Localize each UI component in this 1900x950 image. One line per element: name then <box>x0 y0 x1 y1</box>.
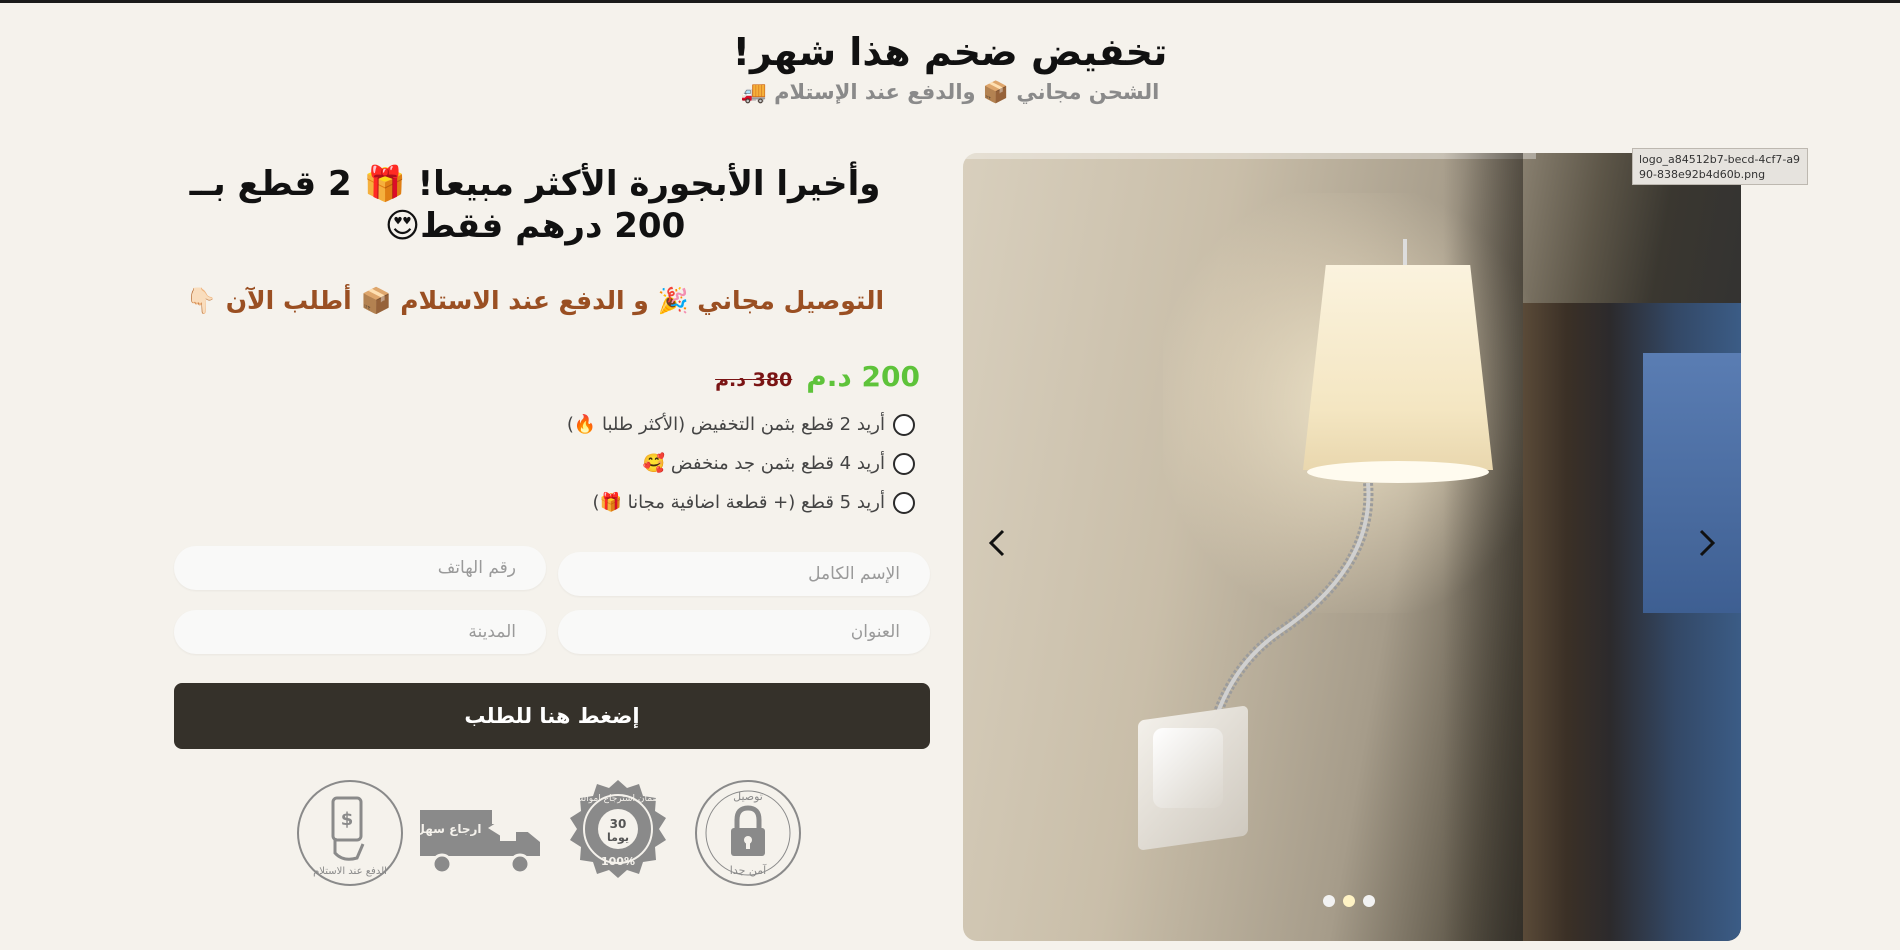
hero-subtitle: الشحن مجاني 📦 والدفع عند الإستلام 🚚 <box>740 80 1160 104</box>
slide-dot-active[interactable] <box>1343 895 1355 907</box>
badge-guarantee-days: 30 <box>610 817 627 831</box>
lamp-shade <box>1303 265 1493 470</box>
badge-guarantee-days-unit: يوما <box>607 831 629 844</box>
lamp-wire <box>1403 239 1407 269</box>
badge-guarantee-percent: 100% <box>601 855 635 868</box>
full-name-field[interactable] <box>558 552 930 596</box>
offer-subline: التوصيل مجاني 🎉 و الدفع عند الاستلام 📦 أ… <box>185 286 885 315</box>
offer-headline: وأخيرا الأبجورة الأكثر مبيعا! 🎁 2 قطع بـ… <box>189 164 881 246</box>
top-border <box>0 0 1900 3</box>
svg-text:$: $ <box>341 809 354 830</box>
radio-button[interactable] <box>893 491 915 514</box>
chevron-left-icon[interactable] <box>977 523 1017 563</box>
secure-lock-icon: توصيل آمن جدا <box>695 780 801 886</box>
badge-secure-bottom: آمن جدا <box>730 863 767 877</box>
price-row: 200 د.م 380 د.م <box>600 360 920 393</box>
badge-return-text: ارجاع سهل <box>418 822 481 836</box>
cash-on-delivery-icon: $ الدفع عند الاستلام <box>297 780 403 886</box>
quantity-options: أريد 2 قطع بثمن التخفيض (الأكثر طلبا 🔥) … <box>500 405 915 522</box>
slide-dots <box>1323 895 1375 907</box>
option-label: أريد 5 قطع (+ قطعة اضافية مجانا 🎁) <box>592 492 885 513</box>
lamp-shade-rim <box>1307 461 1489 483</box>
option-label: أريد 4 قطع بثمن جد منخفض 🥰 <box>642 453 885 474</box>
trust-badges: $ الدفع عند الاستلام ارجاع سهل ضمان استر… <box>295 778 805 893</box>
radio-button[interactable] <box>893 413 915 436</box>
original-price: 380 د.م <box>715 369 793 391</box>
slide-dot[interactable] <box>1363 895 1375 907</box>
radio-button[interactable] <box>893 452 915 475</box>
delivery-truck-icon: ارجاع سهل <box>418 810 540 875</box>
slide-dot[interactable] <box>1323 895 1335 907</box>
option-label: أريد 2 قطع بثمن التخفيض (الأكثر طلبا 🔥) <box>566 414 885 435</box>
option-5-pieces[interactable]: أريد 5 قطع (+ قطعة اضافية مجانا 🎁) <box>500 483 915 522</box>
money-back-seal-icon: ضمان استرجاع اموالك 30 يوما 100% <box>570 780 666 878</box>
order-button[interactable]: إضغط هنا للطلب <box>174 683 930 749</box>
lamp-plug <box>1153 728 1223 808</box>
logo-filename-tooltip: logo_a84512b7-becd-4cf7-a990-838e92b4d60… <box>1632 148 1808 185</box>
address-field[interactable] <box>558 610 930 654</box>
badge-cod-text: الدفع عند الاستلام <box>313 866 387 877</box>
badge-secure-top: توصيل <box>733 790 763 803</box>
badge-guarantee-ring-text: ضمان استرجاع اموالك <box>576 794 660 804</box>
current-price: 200 د.م <box>806 360 920 393</box>
option-2-pieces[interactable]: أريد 2 قطع بثمن التخفيض (الأكثر طلبا 🔥) <box>500 405 915 444</box>
background-window <box>1643 353 1741 613</box>
phone-field[interactable] <box>174 546 546 590</box>
city-field[interactable] <box>174 610 546 654</box>
hero-title: تخفيض ضخم هذا شهر! <box>732 30 1168 74</box>
chevron-right-icon[interactable] <box>1687 523 1727 563</box>
product-gallery[interactable] <box>963 153 1741 941</box>
option-4-pieces[interactable]: أريد 4 قطع بثمن جد منخفض 🥰 <box>500 444 915 483</box>
